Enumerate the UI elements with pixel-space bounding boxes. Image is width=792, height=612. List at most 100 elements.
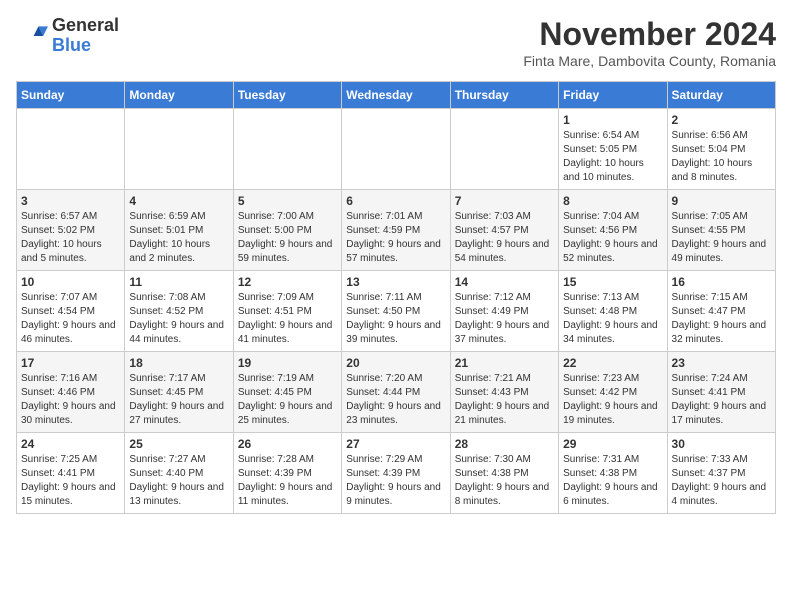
weekday-header: Tuesday bbox=[233, 82, 341, 109]
calendar-cell: 29 Sunrise: 7:31 AM Sunset: 4:38 PM Dayli… bbox=[559, 433, 667, 514]
day-info: Sunrise: 6:56 AM Sunset: 5:04 PM Dayligh… bbox=[672, 129, 771, 185]
day-info: Sunrise: 7:24 AM Sunset: 4:41 PM Dayligh… bbox=[672, 372, 771, 428]
day-number: 28 bbox=[455, 437, 554, 451]
day-info: Sunrise: 7:33 AM Sunset: 4:37 PM Dayligh… bbox=[672, 453, 771, 509]
calendar-cell: 24 Sunrise: 7:25 AM Sunset: 4:41 PM Dayli… bbox=[17, 433, 125, 514]
day-info: Sunrise: 7:31 AM Sunset: 4:38 PM Dayligh… bbox=[563, 453, 662, 509]
day-number: 20 bbox=[346, 356, 445, 370]
day-number: 4 bbox=[129, 194, 228, 208]
calendar-cell: 12Sunrise: 7:09 AM Sunset: 4:51 PM Dayli… bbox=[233, 271, 341, 352]
day-info: Sunrise: 7:27 AM Sunset: 4:40 PM Dayligh… bbox=[129, 453, 228, 509]
weekday-header-row: SundayMondayTuesdayWednesdayThursdayFrid… bbox=[17, 82, 776, 109]
calendar-cell: 9 Sunrise: 7:05 AM Sunset: 4:55 PM Daylig… bbox=[667, 190, 775, 271]
calendar-cell: 11Sunrise: 7:08 AM Sunset: 4:52 PM Dayli… bbox=[125, 271, 233, 352]
day-info: Sunrise: 7:05 AM Sunset: 4:55 PM Dayligh… bbox=[672, 210, 771, 266]
day-info: Sunrise: 6:59 AM Sunset: 5:01 PM Dayligh… bbox=[129, 210, 228, 266]
day-number: 25 bbox=[129, 437, 228, 451]
logo-text: General Blue bbox=[52, 16, 119, 56]
calendar-cell: 27 Sunrise: 7:29 AM Sunset: 4:39 PM Dayli… bbox=[342, 433, 450, 514]
logo-blue: Blue bbox=[52, 36, 119, 56]
day-info: Sunrise: 7:01 AM Sunset: 4:59 PM Dayligh… bbox=[346, 210, 445, 266]
calendar-cell: 19Sunrise: 7:19 AM Sunset: 4:45 PM Dayli… bbox=[233, 352, 341, 433]
logo-icon bbox=[16, 20, 48, 52]
weekday-header: Saturday bbox=[667, 82, 775, 109]
weekday-header: Monday bbox=[125, 82, 233, 109]
title-block: November 2024 Finta Mare, Dambovita Coun… bbox=[523, 16, 776, 69]
calendar-cell: 21Sunrise: 7:21 AM Sunset: 4:43 PM Dayli… bbox=[450, 352, 558, 433]
day-number: 22 bbox=[563, 356, 662, 370]
calendar-cell bbox=[342, 109, 450, 190]
calendar-cell: 30 Sunrise: 7:33 AM Sunset: 4:37 PM Dayli… bbox=[667, 433, 775, 514]
calendar-cell: 17 Sunrise: 7:16 AM Sunset: 4:46 PM Dayli… bbox=[17, 352, 125, 433]
calendar-cell: 18 Sunrise: 7:17 AM Sunset: 4:45 PM Dayli… bbox=[125, 352, 233, 433]
day-info: Sunrise: 6:57 AM Sunset: 5:02 PM Dayligh… bbox=[21, 210, 120, 266]
day-number: 5 bbox=[238, 194, 337, 208]
day-number: 27 bbox=[346, 437, 445, 451]
calendar-cell: 14 Sunrise: 7:12 AM Sunset: 4:49 PM Dayli… bbox=[450, 271, 558, 352]
calendar-cell: 15Sunrise: 7:13 AM Sunset: 4:48 PM Dayli… bbox=[559, 271, 667, 352]
day-number: 17 bbox=[21, 356, 120, 370]
day-info: Sunrise: 7:11 AM Sunset: 4:50 PM Dayligh… bbox=[346, 291, 445, 347]
day-info: Sunrise: 7:03 AM Sunset: 4:57 PM Dayligh… bbox=[455, 210, 554, 266]
calendar-cell: 26Sunrise: 7:28 AM Sunset: 4:39 PM Dayli… bbox=[233, 433, 341, 514]
day-number: 15 bbox=[563, 275, 662, 289]
weekday-header: Wednesday bbox=[342, 82, 450, 109]
calendar-week-row: 24 Sunrise: 7:25 AM Sunset: 4:41 PM Dayli… bbox=[17, 433, 776, 514]
logo-general: General bbox=[52, 16, 119, 36]
day-info: Sunrise: 7:19 AM Sunset: 4:45 PM Dayligh… bbox=[238, 372, 337, 428]
day-number: 3 bbox=[21, 194, 120, 208]
month-title: November 2024 bbox=[523, 16, 776, 53]
day-info: Sunrise: 7:29 AM Sunset: 4:39 PM Dayligh… bbox=[346, 453, 445, 509]
weekday-header: Thursday bbox=[450, 82, 558, 109]
day-number: 16 bbox=[672, 275, 771, 289]
day-info: Sunrise: 7:07 AM Sunset: 4:54 PM Dayligh… bbox=[21, 291, 120, 347]
day-info: Sunrise: 7:16 AM Sunset: 4:46 PM Dayligh… bbox=[21, 372, 120, 428]
calendar-cell: 4 Sunrise: 6:59 AM Sunset: 5:01 PM Daylig… bbox=[125, 190, 233, 271]
calendar-cell: 1Sunrise: 6:54 AM Sunset: 5:05 PM Daylig… bbox=[559, 109, 667, 190]
day-info: Sunrise: 7:04 AM Sunset: 4:56 PM Dayligh… bbox=[563, 210, 662, 266]
day-number: 23 bbox=[672, 356, 771, 370]
calendar-cell bbox=[450, 109, 558, 190]
calendar-cell: 23 Sunrise: 7:24 AM Sunset: 4:41 PM Dayli… bbox=[667, 352, 775, 433]
day-number: 13 bbox=[346, 275, 445, 289]
day-number: 18 bbox=[129, 356, 228, 370]
page-header: General Blue November 2024 Finta Mare, D… bbox=[16, 16, 776, 69]
day-number: 24 bbox=[21, 437, 120, 451]
location-subtitle: Finta Mare, Dambovita County, Romania bbox=[523, 53, 776, 69]
day-number: 2 bbox=[672, 113, 771, 127]
day-number: 7 bbox=[455, 194, 554, 208]
logo: General Blue bbox=[16, 16, 119, 56]
day-info: Sunrise: 7:20 AM Sunset: 4:44 PM Dayligh… bbox=[346, 372, 445, 428]
calendar-cell bbox=[125, 109, 233, 190]
day-number: 10 bbox=[21, 275, 120, 289]
calendar-cell: 16 Sunrise: 7:15 AM Sunset: 4:47 PM Dayli… bbox=[667, 271, 775, 352]
day-info: Sunrise: 7:23 AM Sunset: 4:42 PM Dayligh… bbox=[563, 372, 662, 428]
calendar-cell: 7 Sunrise: 7:03 AM Sunset: 4:57 PM Daylig… bbox=[450, 190, 558, 271]
calendar-cell: 8 Sunrise: 7:04 AM Sunset: 4:56 PM Daylig… bbox=[559, 190, 667, 271]
calendar-cell: 2 Sunrise: 6:56 AM Sunset: 5:04 PM Daylig… bbox=[667, 109, 775, 190]
day-number: 1 bbox=[563, 113, 662, 127]
day-number: 11 bbox=[129, 275, 228, 289]
day-info: Sunrise: 7:17 AM Sunset: 4:45 PM Dayligh… bbox=[129, 372, 228, 428]
day-info: Sunrise: 7:15 AM Sunset: 4:47 PM Dayligh… bbox=[672, 291, 771, 347]
day-number: 14 bbox=[455, 275, 554, 289]
calendar-cell: 20 Sunrise: 7:20 AM Sunset: 4:44 PM Dayli… bbox=[342, 352, 450, 433]
calendar-cell: 5Sunrise: 7:00 AM Sunset: 5:00 PM Daylig… bbox=[233, 190, 341, 271]
day-number: 9 bbox=[672, 194, 771, 208]
calendar-cell: 3 Sunrise: 6:57 AM Sunset: 5:02 PM Daylig… bbox=[17, 190, 125, 271]
calendar-week-row: 3 Sunrise: 6:57 AM Sunset: 5:02 PM Daylig… bbox=[17, 190, 776, 271]
calendar-cell: 13 Sunrise: 7:11 AM Sunset: 4:50 PM Dayli… bbox=[342, 271, 450, 352]
calendar-week-row: 10 Sunrise: 7:07 AM Sunset: 4:54 PM Dayli… bbox=[17, 271, 776, 352]
calendar-cell: 25 Sunrise: 7:27 AM Sunset: 4:40 PM Dayli… bbox=[125, 433, 233, 514]
calendar-cell bbox=[233, 109, 341, 190]
calendar-table: SundayMondayTuesdayWednesdayThursdayFrid… bbox=[16, 81, 776, 514]
calendar-week-row: 1Sunrise: 6:54 AM Sunset: 5:05 PM Daylig… bbox=[17, 109, 776, 190]
day-info: Sunrise: 7:30 AM Sunset: 4:38 PM Dayligh… bbox=[455, 453, 554, 509]
day-number: 29 bbox=[563, 437, 662, 451]
day-number: 30 bbox=[672, 437, 771, 451]
day-info: Sunrise: 7:28 AM Sunset: 4:39 PM Dayligh… bbox=[238, 453, 337, 509]
day-info: Sunrise: 7:12 AM Sunset: 4:49 PM Dayligh… bbox=[455, 291, 554, 347]
day-number: 8 bbox=[563, 194, 662, 208]
day-info: Sunrise: 7:25 AM Sunset: 4:41 PM Dayligh… bbox=[21, 453, 120, 509]
day-info: Sunrise: 7:21 AM Sunset: 4:43 PM Dayligh… bbox=[455, 372, 554, 428]
